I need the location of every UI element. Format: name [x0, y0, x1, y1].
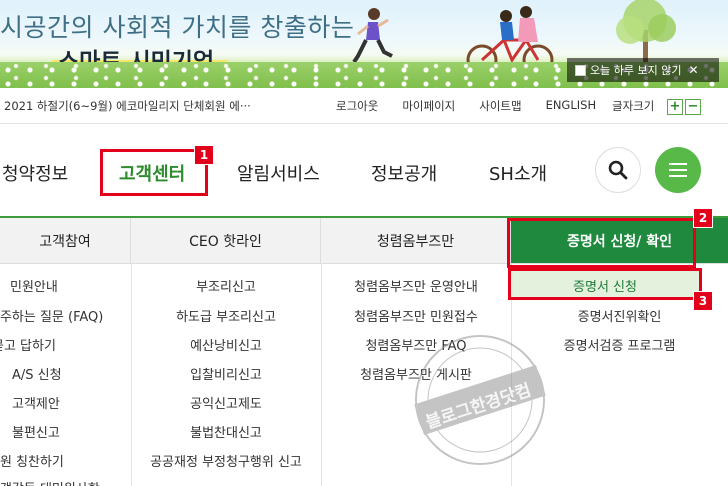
- annotation-box-3: [508, 268, 702, 300]
- submenu-item[interactable]: 직원 칭찬하기: [0, 451, 64, 470]
- annotation-box-2: [507, 218, 696, 268]
- font-size-label: 글자크기: [612, 99, 655, 113]
- annotation-box-1: [100, 149, 208, 196]
- font-decrease-button[interactable]: −: [685, 99, 701, 115]
- annotation-badge-2: 2: [693, 208, 713, 228]
- submenu-item[interactable]: A/S 신청: [12, 364, 62, 383]
- logout-link[interactable]: 로그아웃: [336, 98, 378, 114]
- submenu-item[interactable]: 민원안내: [10, 276, 58, 295]
- notice-ticker[interactable]: 2021 하절기(6~9월) 에코마일리지 단체회원 에···: [4, 98, 251, 114]
- submenu-item[interactable]: 불편신고: [12, 422, 60, 441]
- nav-item-disclosure[interactable]: 정보공개: [371, 160, 437, 186]
- submenu-item[interactable]: 불법찬대신고: [131, 422, 321, 441]
- dont-show-today-label: 오늘 하루 보지 않기: [590, 64, 682, 77]
- sitemap-link[interactable]: 사이트맵: [479, 98, 521, 114]
- close-icon[interactable]: ✕: [688, 63, 698, 77]
- menu-button[interactable]: [655, 147, 701, 193]
- column-heading-ombudsman[interactable]: 청렴옴부즈만: [321, 218, 511, 264]
- nav-item-sh-intro[interactable]: SH소개: [489, 160, 547, 186]
- dont-show-today-toggle[interactable]: 오늘 하루 보지 않기 ✕: [567, 58, 719, 82]
- banner-headline: 시공간의 사회적 가치를 창출하는: [0, 13, 355, 42]
- checkbox[interactable]: [575, 64, 586, 76]
- hamburger-icon: [669, 163, 687, 177]
- submenu-item[interactable]: 청렴옴부즈만 민원접수: [321, 306, 511, 325]
- submenu-item[interactable]: 공익신고제도: [131, 393, 321, 412]
- submenu-item[interactable]: 고객감동 대민원사항: [0, 478, 100, 486]
- annotation-badge-3: 3: [693, 291, 713, 311]
- runner-illustration: [352, 8, 393, 64]
- mypage-link[interactable]: 마이페이지: [402, 98, 455, 114]
- submenu-item[interactable]: 청렴옴부즈만 운영안내: [321, 276, 511, 295]
- submenu-item[interactable]: 부조리신고: [131, 276, 321, 295]
- nav-item-notification[interactable]: 알림서비스: [237, 160, 320, 186]
- nav-item-subscription[interactable]: 청약정보: [2, 160, 68, 186]
- font-increase-button[interactable]: +: [667, 99, 683, 115]
- annotation-badge-1: 1: [194, 145, 214, 165]
- submenu-item[interactable]: 공공재정 부정청구행위 신고: [131, 451, 321, 470]
- utility-links: 로그아웃 마이페이지 사이트맵 ENGLISH: [336, 98, 620, 114]
- column-heading-ceo-hotline[interactable]: CEO 핫라인: [131, 218, 321, 264]
- submenu-item[interactable]: 입찰비리신고: [131, 364, 321, 383]
- submenu-item[interactable]: 예산낭비신고: [131, 335, 321, 354]
- search-icon: [608, 160, 628, 180]
- search-button[interactable]: [595, 147, 641, 193]
- submenu-item[interactable]: 하도급 부조리신고: [131, 306, 321, 325]
- column-heading-customer-participation[interactable]: 고객참여: [0, 218, 131, 264]
- utility-bar: 2021 하절기(6~9월) 에코마일리지 단체회원 에··· 로그아웃 마이페…: [0, 88, 728, 124]
- submenu-item[interactable]: 묻고 답하기: [0, 335, 56, 354]
- promo-banner: 시공간의 사회적 가치를 창출하는 스마트 시민기업 오늘 하루 보지 않기 ✕: [0, 0, 728, 88]
- english-link[interactable]: ENGLISH: [546, 98, 597, 114]
- submenu-item[interactable]: 고객제안: [12, 393, 60, 412]
- submenu-item[interactable]: 자주하는 질문 (FAQ): [0, 306, 103, 325]
